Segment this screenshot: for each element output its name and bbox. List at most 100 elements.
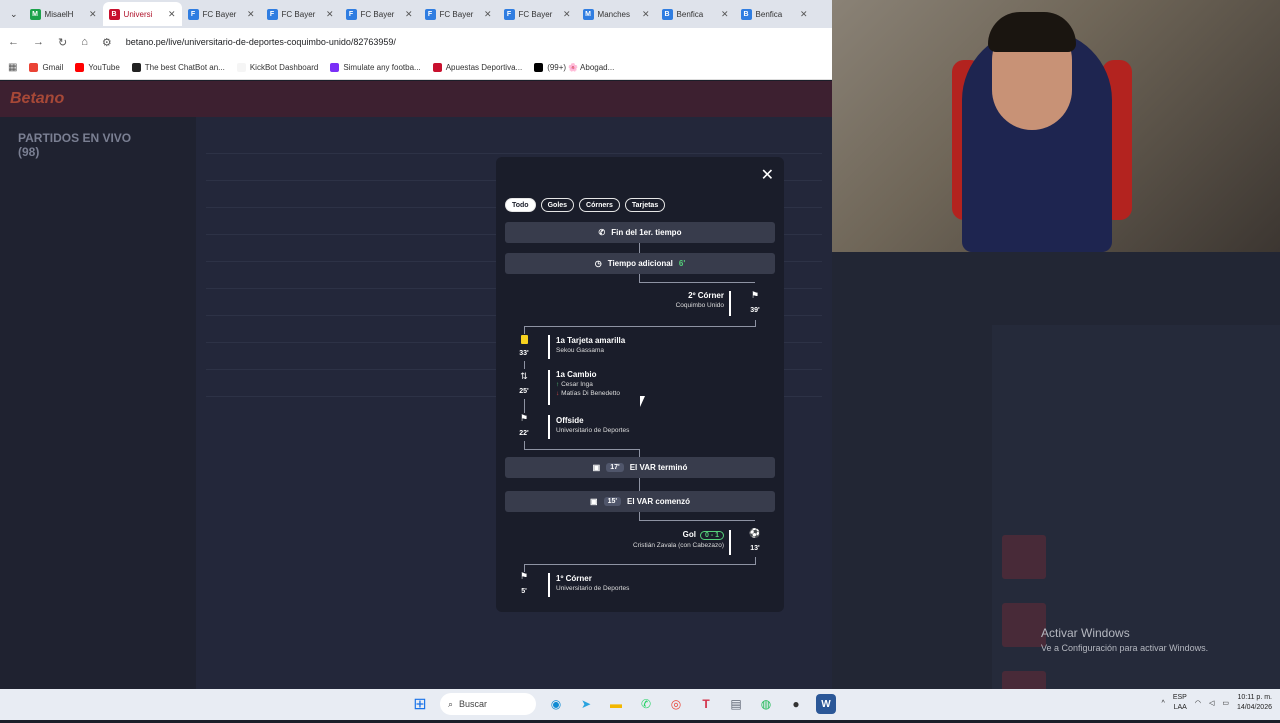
clock-date[interactable]: 14/04/2026 [1237, 704, 1272, 711]
tab-close-icon[interactable]: ✕ [721, 9, 729, 20]
tab-favicon-icon: F [187, 8, 199, 20]
chrome-icon[interactable]: ◎ [666, 694, 686, 714]
calculator-icon[interactable]: ▤ [726, 694, 746, 714]
windows-taskbar: ⊞ ⌕ Buscar ◉ ➤ ▬ ✆ ◎ T ▤ ◍ ● W ^ ESP LAA… [0, 689, 1280, 720]
tab-label: FC Bayer [360, 9, 395, 19]
tab-close-icon[interactable]: ✕ [800, 9, 808, 20]
bookmark-favicon-icon [131, 63, 141, 72]
tab-favicon-icon: M [582, 8, 594, 20]
site-header: Betano [0, 81, 832, 117]
browser-tab[interactable]: F FC Bayer ✕ [419, 2, 498, 26]
system-tray: ^ ESP LAA ◠ ◁ ▭ 10:11 p. m. 14/04/2026 [1162, 693, 1272, 713]
bookmark-item[interactable]: (99+) 🌸 Abogad... [534, 63, 614, 72]
clock-time[interactable]: 10:11 p. m. [1237, 694, 1272, 701]
mouse-cursor [640, 396, 645, 407]
football-icon: ⚽ [749, 528, 761, 538]
corner-flag-icon: ⚑ [750, 290, 760, 300]
player-in: Cesar Inga [561, 381, 593, 388]
filter-goals[interactable]: Goles [540, 198, 575, 212]
tab-favicon-icon: F [266, 8, 278, 20]
tab-close-icon[interactable]: ✕ [642, 9, 650, 20]
telegram-icon[interactable]: ➤ [576, 694, 596, 714]
tab-favicon-icon: M [29, 8, 41, 20]
wifi-icon[interactable]: ◠ [1195, 699, 1201, 707]
file-explorer-icon[interactable]: ▬ [606, 694, 626, 714]
apps-icon[interactable]: ▦ [8, 62, 17, 73]
browser-tab[interactable]: M Manches ✕ [577, 2, 656, 26]
bookmark-label: The best ChatBot an... [144, 63, 225, 72]
var-end-bar: ▣ 17' El VAR terminó [505, 457, 775, 478]
tab-close-icon[interactable]: ✕ [484, 9, 492, 20]
chevron-up-icon[interactable]: ^ [1162, 700, 1165, 707]
region[interactable]: LAA [1174, 704, 1187, 711]
speaker-icon[interactable]: ◁ [1209, 699, 1214, 707]
webcam-overlay [832, 0, 1280, 252]
event-substitution: 1a Cambio ↑ Cesar Inga ↓ Matías Di Bened… [556, 370, 620, 397]
tab-search-icon[interactable]: ⌄ [10, 9, 18, 20]
player-out: Matías Di Benedetto [561, 390, 620, 397]
bookmark-item[interactable]: Apuestas Deportiva... [432, 63, 523, 72]
bookmark-label: Apuestas Deportiva... [445, 63, 523, 72]
browser-tab[interactable]: B Benfica ✕ [735, 2, 814, 26]
event-corner-2: 2º Córner Coquimbo Unido [646, 291, 724, 309]
event-team: Universitario de Deportes [556, 427, 630, 434]
address-bar: ← → ↻ ⌂ ⚙ betano.pe/live/universitario-d… [0, 28, 832, 56]
filter-corners[interactable]: Córners [579, 198, 620, 212]
battery-icon[interactable]: ▭ [1222, 699, 1229, 707]
event-team: Universitario de Deportes [556, 585, 630, 592]
half-time-label: Fin del 1er. tiempo [611, 228, 682, 237]
tab-favicon-icon: F [345, 8, 357, 20]
windows-start-icon[interactable]: ⊞ [410, 694, 430, 714]
tab-close-icon[interactable]: ✕ [563, 9, 571, 20]
browser-tab[interactable]: B Universi ✕ [102, 2, 182, 26]
back-icon[interactable]: ← [8, 36, 19, 48]
language[interactable]: ESP [1173, 694, 1187, 701]
taskbar-search[interactable]: ⌕ Buscar [440, 693, 536, 715]
close-icon[interactable]: ✕ [761, 165, 774, 185]
bookmark-item[interactable]: YouTube [75, 63, 120, 72]
bookmark-label: KickBot Dashboard [249, 63, 319, 72]
event-yellow-card: 1a Tarjeta amarilla Sekou Gassama [556, 336, 625, 354]
spotify-icon[interactable]: ◍ [756, 694, 776, 714]
forward-icon[interactable]: → [33, 36, 44, 48]
bookmark-label: (99+) 🌸 Abogad... [547, 63, 615, 72]
timeline-filters: Todo Goles Córners Tarjetas [505, 198, 666, 212]
event-title: 1a Tarjeta amarilla [556, 336, 626, 345]
bookmark-item[interactable]: The best ChatBot an... [131, 63, 225, 72]
tab-close-icon[interactable]: ✕ [168, 9, 176, 20]
edge-icon[interactable]: ◉ [546, 694, 566, 714]
search-icon: ⌕ [448, 698, 454, 709]
browser-tab[interactable]: M MisaelH ✕ [24, 2, 103, 26]
tab-close-icon[interactable]: ✕ [89, 9, 97, 20]
event-title: Gol [682, 530, 696, 539]
event-minute: 33' [519, 350, 529, 357]
bookmark-item[interactable]: Simulate any footba... [330, 63, 421, 72]
bookmark-item[interactable]: Gmail [29, 63, 63, 72]
browser-tab[interactable]: B Benfica ✕ [656, 2, 735, 26]
tab-close-icon[interactable]: ✕ [247, 9, 255, 20]
tab-close-icon[interactable]: ✕ [405, 9, 413, 20]
browser-tab[interactable]: F FC Bayer ✕ [340, 2, 419, 26]
bookmark-item[interactable]: KickBot Dashboard [236, 63, 319, 72]
obs-icon[interactable]: ● [786, 694, 806, 714]
filter-all[interactable]: Todo [505, 198, 536, 212]
browser-tab[interactable]: F FC Bayer ✕ [182, 2, 261, 26]
tab-close-icon[interactable]: ✕ [326, 9, 334, 20]
reload-icon[interactable]: ↻ [58, 36, 67, 49]
word-icon[interactable]: W [816, 694, 836, 714]
event-minute: 5' [521, 588, 527, 595]
tab-label: Universi [123, 9, 153, 19]
event-title: 2º Córner [688, 291, 724, 300]
typora-icon[interactable]: T [696, 694, 716, 714]
site-info-icon[interactable]: ⚙ [102, 36, 112, 49]
match-timeline-modal: ✕ Todo Goles Córners Tarjetas ✆ Fin del … [496, 157, 784, 612]
home-icon[interactable]: ⌂ [81, 36, 88, 48]
added-time-label: Tiempo adicional [607, 259, 673, 268]
browser-tab[interactable]: F FC Bayer ✕ [261, 2, 340, 26]
url-field[interactable]: betano.pe/live/universitario-de-deportes… [126, 37, 396, 47]
browser-tab[interactable]: F FC Bayer ✕ [498, 2, 577, 26]
tab-favicon-icon: B [740, 8, 752, 20]
filter-cards[interactable]: Tarjetas [624, 198, 666, 212]
whatsapp-icon[interactable]: ✆ [636, 694, 656, 714]
added-time-bar: ◷ Tiempo adicional 6' [505, 253, 775, 274]
